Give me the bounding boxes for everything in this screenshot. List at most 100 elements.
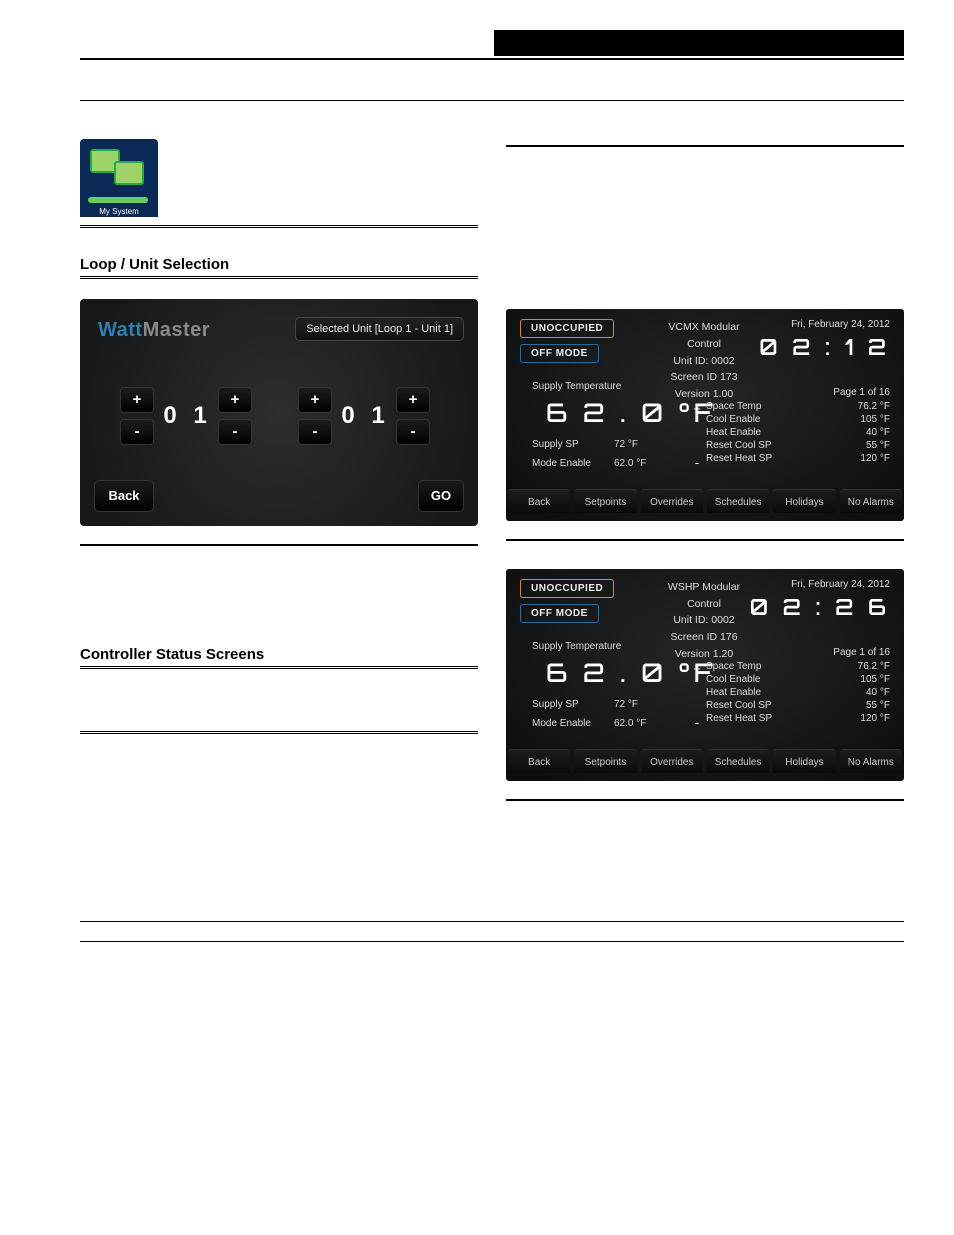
unit-digit-ones: 1 xyxy=(366,402,392,430)
loop-digit-ones: 1 xyxy=(188,402,214,430)
footer-row xyxy=(80,925,904,941)
overrides-button[interactable]: Overrides xyxy=(641,489,703,513)
page-header-bar xyxy=(80,30,904,56)
space-temp-value: 76.2 °F xyxy=(858,661,890,672)
top-title-divider xyxy=(80,100,904,101)
wattmaster-logo: WattMaster xyxy=(98,319,210,342)
stepper-plus-button[interactable]: + xyxy=(396,387,430,413)
space-temp-label: Space Temp xyxy=(706,401,761,412)
my-system-label: My System xyxy=(80,206,158,217)
cool-enable-label: Cool Enable xyxy=(706,674,760,685)
header-black-strip xyxy=(494,30,904,56)
screen-id-label: Screen ID 176 xyxy=(654,629,754,646)
page-indicator: Page 1 of 16 xyxy=(833,387,890,398)
supply-sp-label: Supply SP xyxy=(532,435,602,454)
alarms-button[interactable]: No Alarms xyxy=(840,749,902,773)
occupancy-badge: UNOCCUPIED xyxy=(520,319,614,338)
reset-cool-sp-value: 55 °F xyxy=(866,440,890,451)
subhead-controller-status: Controller Status Screens xyxy=(80,646,478,669)
supply-sp-label: Supply SP xyxy=(532,695,602,714)
subhead-loop-unit: Loop / Unit Selection xyxy=(80,256,478,279)
back-button[interactable]: Back xyxy=(94,480,154,512)
loop-unit-selection-panel: WattMaster Selected Unit [Loop 1 - Unit … xyxy=(80,299,478,526)
date-label: Fri, February 24, 2012 xyxy=(759,319,890,330)
unit-id-label: Unit ID: 0002 xyxy=(654,612,754,629)
header-divider xyxy=(80,58,904,60)
mode-badge: OFF MODE xyxy=(520,604,599,623)
divider xyxy=(506,145,904,147)
stepper-plus-button[interactable]: + xyxy=(218,387,252,413)
divider xyxy=(506,799,904,801)
heat-enable-value: 40 °F xyxy=(866,687,890,698)
loop-digit-tens: 0 xyxy=(158,402,184,430)
cool-enable-value: 105 °F xyxy=(860,674,890,685)
occupancy-badge: UNOCCUPIED xyxy=(520,579,614,598)
reset-heat-sp-value: 120 °F xyxy=(860,713,890,724)
divider xyxy=(80,731,478,734)
mode-enable-label: Mode Enable xyxy=(532,714,602,733)
mode-enable-value: 62.0 °F xyxy=(614,454,646,473)
supply-temp-label: Supply Temperature xyxy=(532,381,621,392)
monitor-icon xyxy=(114,161,144,185)
controller-status-panel-vcmx: UNOCCUPIED OFF MODE VCMX Modular Control… xyxy=(506,309,904,521)
schedules-button[interactable]: Schedules xyxy=(707,749,769,773)
holidays-button[interactable]: Holidays xyxy=(773,489,835,513)
mode-badge: OFF MODE xyxy=(520,344,599,363)
footer-divider-top xyxy=(80,921,904,922)
holidays-button[interactable]: Holidays xyxy=(773,749,835,773)
back-button[interactable]: Back xyxy=(508,489,570,513)
controller-title: WSHP Modular Control xyxy=(654,579,754,613)
alarms-button[interactable]: No Alarms xyxy=(840,489,902,513)
divider xyxy=(80,544,478,546)
cool-enable-label: Cool Enable xyxy=(706,414,760,425)
cable-icon xyxy=(88,197,148,203)
screen-id-label: Screen ID 173 xyxy=(654,369,754,386)
unit-stepper: + - 0 1 + - xyxy=(298,387,438,445)
space-temp-value: 76.2 °F xyxy=(858,401,890,412)
overrides-button[interactable]: Overrides xyxy=(641,749,703,773)
unit-id-label: Unit ID: 0002 xyxy=(654,353,754,370)
scroll-down-button[interactable]: - xyxy=(690,717,704,731)
loop-stepper: + - 0 1 + - xyxy=(120,387,260,445)
heat-enable-value: 40 °F xyxy=(866,427,890,438)
schedules-button[interactable]: Schedules xyxy=(707,489,769,513)
reset-heat-sp-label: Reset Heat SP xyxy=(706,453,772,464)
back-button[interactable]: Back xyxy=(508,749,570,773)
reset-heat-sp-label: Reset Heat SP xyxy=(706,713,772,724)
reset-heat-sp-value: 120 °F xyxy=(860,453,890,464)
date-label: Fri, February 24, 2012 xyxy=(750,579,890,590)
reset-cool-sp-value: 55 °F xyxy=(866,700,890,711)
stepper-minus-button[interactable]: - xyxy=(396,419,430,445)
stepper-plus-button[interactable]: + xyxy=(298,387,332,413)
stepper-plus-button[interactable]: + xyxy=(120,387,154,413)
heat-enable-label: Heat Enable xyxy=(706,687,761,698)
space-temp-label: Space Temp xyxy=(706,661,761,672)
controller-info: WSHP Modular Control Unit ID: 0002 Scree… xyxy=(654,579,754,663)
clock-display: 0 2 : 1 2 xyxy=(759,334,890,361)
stepper-minus-button[interactable]: - xyxy=(298,419,332,445)
go-button[interactable]: GO xyxy=(418,480,464,512)
scroll-up-button[interactable]: + xyxy=(690,663,704,677)
setpoints-button[interactable]: Setpoints xyxy=(574,749,636,773)
scroll-down-button[interactable]: - xyxy=(690,457,704,471)
heat-enable-label: Heat Enable xyxy=(706,427,761,438)
mode-enable-label: Mode Enable xyxy=(532,454,602,473)
setpoints-button[interactable]: Setpoints xyxy=(574,489,636,513)
supply-sp-value: 72 °F xyxy=(614,435,638,454)
mode-enable-value: 62.0 °F xyxy=(614,714,646,733)
footer-divider-bottom xyxy=(80,941,904,942)
controller-title: VCMX Modular Control xyxy=(654,319,754,353)
stepper-minus-button[interactable]: - xyxy=(218,419,252,445)
page-indicator: Page 1 of 16 xyxy=(833,647,890,658)
my-system-icon[interactable]: My System xyxy=(80,139,158,217)
divider xyxy=(80,225,478,228)
cool-enable-value: 105 °F xyxy=(860,414,890,425)
supply-sp-value: 72 °F xyxy=(614,695,638,714)
divider xyxy=(506,539,904,541)
controller-info: VCMX Modular Control Unit ID: 0002 Scree… xyxy=(654,319,754,403)
selected-unit-chip: Selected Unit [Loop 1 - Unit 1] xyxy=(295,317,464,341)
scroll-up-button[interactable]: + xyxy=(690,403,704,417)
reset-cool-sp-label: Reset Cool SP xyxy=(706,700,772,711)
clock-display: 0 2 : 2 6 xyxy=(750,594,890,621)
stepper-minus-button[interactable]: - xyxy=(120,419,154,445)
